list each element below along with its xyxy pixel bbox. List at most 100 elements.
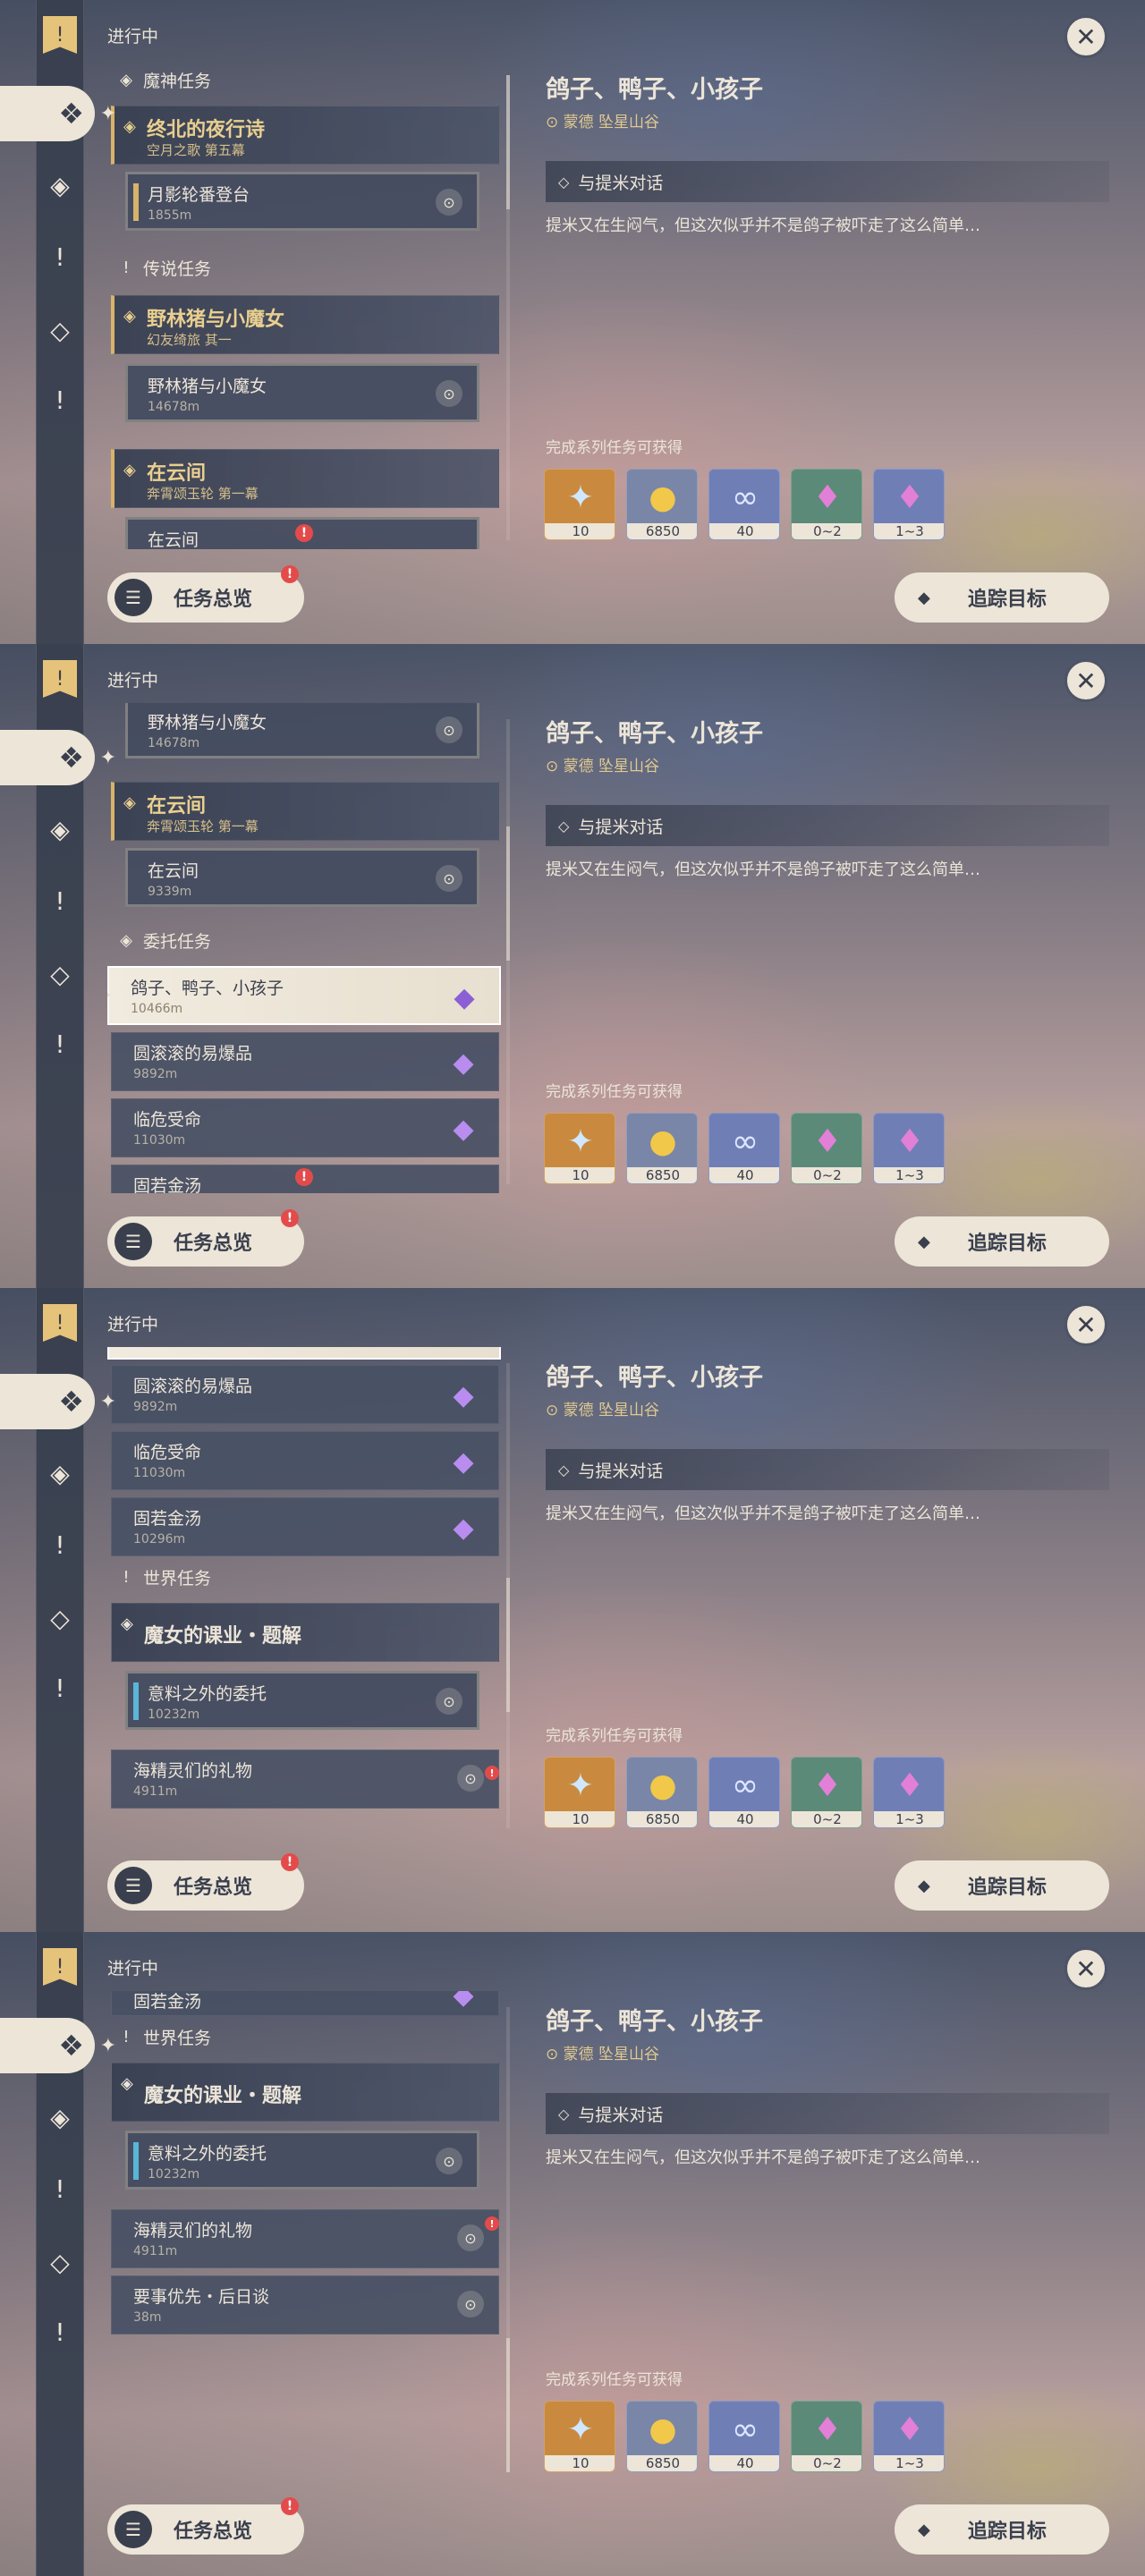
track-target-button[interactable]: ◆ 追踪目标 [895, 2504, 1109, 2555]
quest-world-2[interactable]: 海精灵们的礼物 4911m ⊙ [111, 2209, 499, 2268]
reward-item[interactable]: ∞ 40 [708, 1113, 780, 1184]
commission-item[interactable]: 固若金汤 10296m ◆ [111, 1497, 499, 1556]
quest-overview-button[interactable]: ☰ 任务总览 ! [107, 1209, 304, 1267]
mora-icon: ● [649, 1123, 677, 1160]
description: 提米又在生闷气，但这次似乎并不是鸽子被吓走了这么简单… [546, 216, 980, 235]
sidebar-tab-event[interactable]: ! [36, 376, 84, 424]
quest-step-world-1[interactable]: 意料之外的委托 10232m ⊙ [125, 1671, 479, 1730]
commission-item-selected[interactable]: ▶ 鸽子、鸭子、小孩子 10466m ◆ [107, 966, 501, 1025]
reward-item[interactable]: ♦ 1~3 [873, 1113, 945, 1184]
reward-item[interactable]: ✦ 10 [544, 2401, 615, 2472]
navigate-pin-icon[interactable]: ⊙ [436, 2148, 462, 2174]
reward-item[interactable]: ● 6850 [626, 2401, 698, 2472]
reward-item[interactable]: ✦ 10 [544, 1757, 615, 1828]
navigate-pin-icon[interactable]: ⊙ [436, 1688, 462, 1715]
commission-diamond-icon: ◆ [454, 981, 475, 1013]
reward-item[interactable]: ● 6850 [626, 469, 698, 540]
sidebar-tab-legend[interactable]: ◈ [36, 1449, 84, 1497]
reward-item[interactable]: ♦ 1~3 [873, 1757, 945, 1828]
list-icon: ☰ [114, 2511, 152, 2548]
track-diamond-icon: ◆ [918, 1876, 930, 1895]
sidebar-tab-archon[interactable]: ! [36, 233, 84, 281]
track-target-button[interactable]: ◆ 追踪目标 [895, 1860, 1109, 1911]
sidebar-tab-archon[interactable]: ! [36, 2165, 84, 2213]
track-diamond-icon: ◆ [918, 588, 930, 607]
quest-step-archon[interactable]: 月影轮番登台 1855m ⊙ [125, 172, 479, 231]
quest-legend-1[interactable]: ◈ 野林猪与小魔女 幻友绮旅 其一 [111, 295, 499, 354]
reward-item[interactable]: ● 6850 [626, 1113, 698, 1184]
navigate-pin-icon[interactable]: ⊙ [436, 189, 462, 216]
navigate-pin-icon[interactable]: ⊙ [457, 1765, 484, 1792]
reward-item[interactable]: ∞ 40 [708, 2401, 780, 2472]
sidebar-tab-event[interactable]: ! [36, 2308, 84, 2356]
quest-world-3[interactable]: 要事优先・后日谈 38m ⊙ [111, 2275, 499, 2334]
close-button[interactable]: ✕ [1064, 659, 1107, 702]
track-target-button[interactable]: ◆ 追踪目标 [895, 572, 1109, 623]
sidebar-tab-legend[interactable]: ◈ [36, 161, 84, 209]
reward-item[interactable]: ∞ 40 [708, 469, 780, 540]
objective: ◇ 与提米对话 [546, 805, 1109, 846]
reward-item[interactable]: ● 6850 [626, 1757, 698, 1828]
mora-icon: ● [649, 2411, 677, 2448]
sidebar-tab-commission[interactable]: ❖ ✦ [0, 2018, 116, 2073]
sidebar-tab-archon[interactable]: ! [36, 877, 84, 925]
reward-item[interactable]: ∞ 40 [708, 1757, 780, 1828]
navigate-pin-icon[interactable]: ⊙ [436, 716, 462, 743]
sidebar-tab-world[interactable]: ◇ [36, 950, 84, 998]
close-button[interactable]: ✕ [1064, 15, 1107, 58]
sidebar-tab-world[interactable]: ◇ [36, 306, 84, 354]
reward-item[interactable]: ♦ 0~2 [791, 1757, 862, 1828]
quest-world-1[interactable]: ◈ 魔女的课业・题解 [111, 1603, 499, 1662]
quest-overview-button[interactable]: ☰ 任务总览 ! [107, 1853, 304, 1911]
sidebar-tab-archon[interactable]: ! [36, 1521, 84, 1569]
sidebar-tab-commission[interactable]: ❖ ✦ [0, 86, 116, 141]
sidebar-tab-legend[interactable]: ◈ [36, 2093, 84, 2141]
reward-item[interactable]: ♦ 0~2 [791, 469, 862, 540]
sidebar-tab-world[interactable]: ◇ [36, 1594, 84, 1642]
navigate-pin-icon[interactable]: ⊙ [457, 2291, 484, 2318]
sidebar-tab-commission[interactable]: ❖ ✦ [0, 730, 116, 785]
reward-item[interactable]: ♦ 0~2 [791, 1113, 862, 1184]
commission-item[interactable]: 圆滚滚的易爆品 9892m ◆ [111, 1032, 499, 1091]
track-target-button[interactable]: ◆ 追踪目标 [895, 1216, 1109, 1267]
commission-item[interactable]: 临危受命 11030m ◆ [111, 1098, 499, 1157]
sidebar-tab-legend[interactable]: ◈ [36, 805, 84, 853]
objective-diamond-icon: ◇ [558, 2105, 570, 2123]
quest-world-1[interactable]: ◈ 魔女的课业・题解 [111, 2063, 499, 2122]
sidebar-tab-event[interactable]: ! [36, 1020, 84, 1068]
quest-step-world-1[interactable]: 意料之外的委托 10232m ⊙ [125, 2131, 479, 2190]
close-button[interactable]: ✕ [1064, 1303, 1107, 1346]
reward-item[interactable]: ♦ 0~2 [791, 2401, 862, 2472]
commission-diamond-icon: ◆ [453, 1512, 474, 1544]
quest-step-legend-1[interactable]: 野林猪与小魔女 14678m ⊙ [125, 363, 479, 422]
commission-diamond-icon: ◆ [453, 1991, 474, 2011]
sidebar-tab-world[interactable]: ◇ [36, 2238, 84, 2286]
reward-item[interactable]: ♦ 1~3 [873, 469, 945, 540]
reward-item[interactable]: ♦ 1~3 [873, 2401, 945, 2472]
quest-step-legend-1[interactable]: 野林猪与小魔女 14678m ⊙ [125, 703, 479, 758]
quest-step-legend-2[interactable]: 在云间 9339m ⊙ [125, 848, 479, 907]
objective-diamond-icon: ◇ [558, 817, 570, 835]
mora-icon: ● [649, 1767, 677, 1804]
mora-icon: ● [649, 479, 677, 516]
quest-world-2[interactable]: 海精灵们的礼物 4911m ⊙ [111, 1750, 499, 1809]
navigate-pin-icon[interactable]: ⊙ [436, 380, 462, 407]
commission-item-selected[interactable]: 鸽子、鸭子、小孩子 10466m ◆ [107, 1347, 501, 1360]
sidebar-tab-commission[interactable]: ❖ ✦ [0, 1374, 116, 1429]
quest-overview-button[interactable]: ☰ 任务总览 ! [107, 2497, 304, 2555]
sidebar-tab-event[interactable]: ! [36, 1664, 84, 1712]
navigate-pin-icon[interactable]: ⊙ [436, 865, 462, 892]
commission-item[interactable]: 临危受命 11030m ◆ [111, 1431, 499, 1490]
quest-overview-button[interactable]: ☰ 任务总览 ! [107, 565, 304, 623]
quest-archon[interactable]: ◈ 终北的夜行诗 空月之歌 第五幕 [111, 106, 499, 165]
navigate-pin-icon[interactable]: ⊙ [457, 2224, 484, 2251]
quest-legend-2[interactable]: ◈ 在云间 奔霄颂玉轮 第一幕 [111, 782, 499, 841]
quest-legend-2[interactable]: ◈ 在云间 奔霄颂玉轮 第一幕 [111, 449, 499, 508]
quest-screen-3: ! ❖✦ ◈ ! ◇ ! 进行中 ✕ 鸽子、鸭子、小孩子 10466m ◆ 圆滚… [0, 1288, 1145, 1932]
close-button[interactable]: ✕ [1064, 1947, 1107, 1990]
exclamation-icon: ! [123, 258, 130, 277]
commission-item[interactable]: 圆滚滚的易爆品 9892m ◆ [111, 1365, 499, 1424]
reward-item[interactable]: ✦ 10 [544, 1113, 615, 1184]
commission-item[interactable]: 固若金汤 ◆ [111, 1991, 499, 2016]
reward-item[interactable]: ✦ 10 [544, 469, 615, 540]
